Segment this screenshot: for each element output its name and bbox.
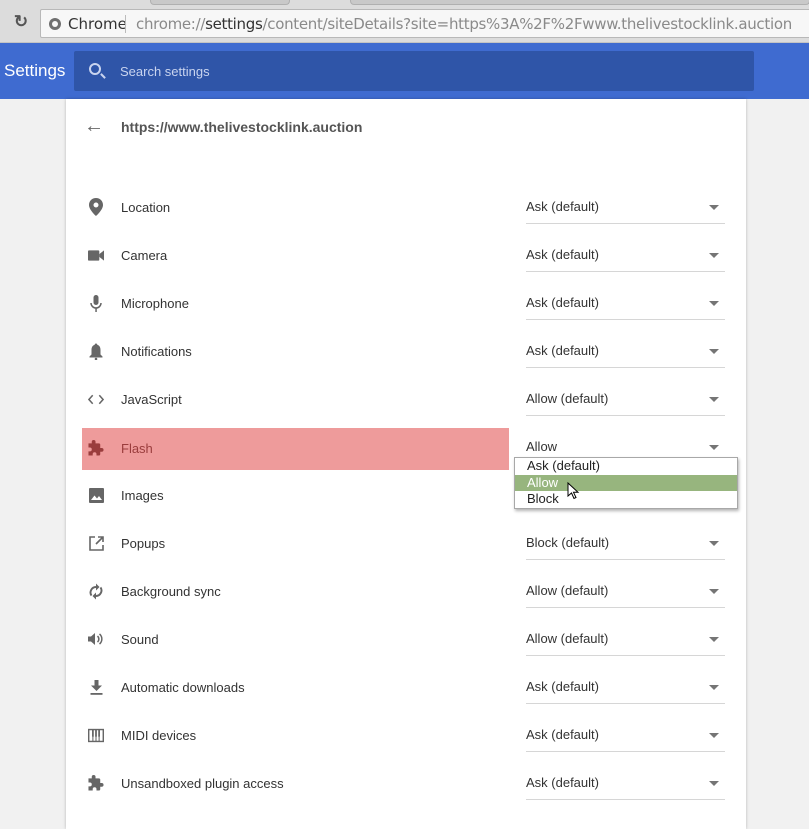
dropdown-arrow-icon	[709, 541, 719, 546]
dropdown-arrow-icon	[709, 349, 719, 354]
permission-label: Notifications	[121, 344, 192, 359]
permission-select-midi-devices[interactable]: Ask (default)	[526, 726, 725, 752]
permission-select-location[interactable]: Ask (default)	[526, 198, 725, 224]
permission-label: Images	[121, 488, 164, 503]
bell-icon	[88, 343, 104, 360]
url-path: /content/siteDetails?site=https%3A%2F%2F…	[262, 15, 793, 33]
permission-label: Microphone	[121, 296, 189, 311]
dropdown-arrow-icon	[709, 781, 719, 786]
permission-row-camera: Camera Ask (default)	[82, 235, 732, 275]
permission-row-unsandboxed-plugin-access: Unsandboxed plugin access Ask (default)	[82, 763, 732, 803]
dropdown-option-ask[interactable]: Ask (default)	[515, 458, 737, 474]
address-bar[interactable]: Chrome chrome://settings/content/siteDet…	[40, 9, 809, 38]
volume-icon	[88, 631, 104, 647]
permission-select-microphone[interactable]: Ask (default)	[526, 294, 725, 320]
permission-row-midi-devices: MIDI devices Ask (default)	[82, 715, 732, 755]
reload-icon[interactable]: ↻	[12, 13, 30, 31]
puzzle-icon	[88, 774, 104, 791]
dropdown-arrow-icon	[709, 445, 719, 450]
search-icon	[89, 63, 101, 75]
permission-row-javascript: JavaScript Allow (default)	[82, 379, 732, 419]
code-icon	[88, 391, 104, 407]
security-chip: Chrome	[68, 15, 127, 33]
location-pin-icon	[88, 198, 104, 216]
microphone-icon	[88, 294, 104, 312]
select-value: Allow (default)	[526, 391, 609, 406]
chrome-logo-icon	[49, 18, 61, 30]
dropdown-arrow-icon	[709, 205, 719, 210]
permission-select-camera[interactable]: Ask (default)	[526, 246, 725, 272]
open-in-new-icon	[88, 535, 104, 551]
permission-label: Background sync	[121, 584, 221, 599]
dropdown-arrow-icon	[709, 397, 719, 402]
dropdown-arrow-icon	[709, 589, 719, 594]
permission-label: Popups	[121, 536, 166, 551]
url-prefix: chrome://	[136, 15, 206, 33]
select-value: Ask (default)	[526, 295, 599, 310]
page-title: Settings	[4, 61, 66, 80]
mouse-cursor-icon	[567, 482, 581, 500]
select-value: Ask (default)	[526, 199, 599, 214]
select-value: Ask (default)	[526, 727, 599, 742]
back-arrow-icon[interactable]: ←	[84, 116, 104, 137]
permission-label: Flash	[121, 441, 153, 456]
permission-select-unsandboxed-plugin-access[interactable]: Ask (default)	[526, 774, 725, 800]
camera-icon	[88, 247, 104, 263]
permission-label: Unsandboxed plugin access	[121, 776, 284, 791]
select-value: Ask (default)	[526, 343, 599, 358]
permission-select-background-sync[interactable]: Allow (default)	[526, 582, 725, 608]
dropdown-arrow-icon	[709, 637, 719, 642]
url-text[interactable]: chrome://settings/content/siteDetails?si…	[136, 15, 792, 33]
dropdown-option-allow[interactable]: Allow	[515, 475, 737, 491]
permission-label: Automatic downloads	[121, 680, 245, 695]
search-box[interactable]	[74, 51, 754, 91]
dropdown-arrow-icon	[709, 685, 719, 690]
permission-row-background-sync: Background sync Allow (default)	[82, 571, 732, 611]
select-value: Ask (default)	[526, 247, 599, 262]
site-title: https://www.thelivestocklink.auction	[121, 119, 363, 135]
omnibox-separator	[125, 15, 126, 33]
select-value: Block (default)	[526, 535, 610, 550]
image-icon	[88, 487, 104, 503]
puzzle-icon	[88, 439, 104, 456]
search-input[interactable]	[120, 61, 720, 81]
flash-dropdown-menu: Ask (default) Allow Block	[514, 457, 738, 509]
browser-tab[interactable]	[150, 0, 290, 5]
permission-select-notifications[interactable]: Ask (default)	[526, 342, 725, 368]
dropdown-arrow-icon	[709, 733, 719, 738]
dropdown-option-block[interactable]: Block	[515, 491, 737, 507]
permission-select-sound[interactable]: Allow (default)	[526, 630, 725, 656]
browser-tab[interactable]	[350, 0, 809, 5]
settings-header: Settings	[0, 43, 809, 99]
download-icon	[88, 679, 104, 695]
permission-row-location: Location Ask (default)	[82, 187, 732, 227]
permission-label: Camera	[121, 248, 168, 263]
select-value: Allow (default)	[526, 631, 609, 646]
permission-label: Location	[121, 200, 171, 215]
permission-label: Sound	[121, 632, 159, 647]
url-host: settings	[205, 15, 263, 33]
select-value: Ask (default)	[526, 775, 599, 790]
permission-row-microphone: Microphone Ask (default)	[82, 283, 732, 323]
permission-label: MIDI devices	[121, 728, 197, 743]
sync-icon	[88, 583, 104, 599]
permission-row-notifications: Notifications Ask (default)	[82, 331, 732, 371]
piano-icon	[88, 727, 104, 743]
select-value: Ask (default)	[526, 679, 599, 694]
dropdown-arrow-icon	[709, 253, 719, 258]
permission-row-automatic-downloads: Automatic downloads Ask (default)	[82, 667, 732, 707]
select-value: Allow	[526, 439, 558, 454]
select-value: Allow (default)	[526, 583, 609, 598]
permission-select-automatic-downloads[interactable]: Ask (default)	[526, 678, 725, 704]
permission-select-popups[interactable]: Block (default)	[526, 534, 725, 560]
dropdown-arrow-icon	[709, 301, 719, 306]
browser-toolbar: ↻ Chrome chrome://settings/content/siteD…	[0, 0, 809, 43]
permission-select-javascript[interactable]: Allow (default)	[526, 390, 725, 416]
permission-row-popups: Popups Block (default)	[82, 523, 732, 563]
permission-row-sound: Sound Allow (default)	[82, 619, 732, 659]
permission-label: JavaScript	[121, 392, 182, 407]
